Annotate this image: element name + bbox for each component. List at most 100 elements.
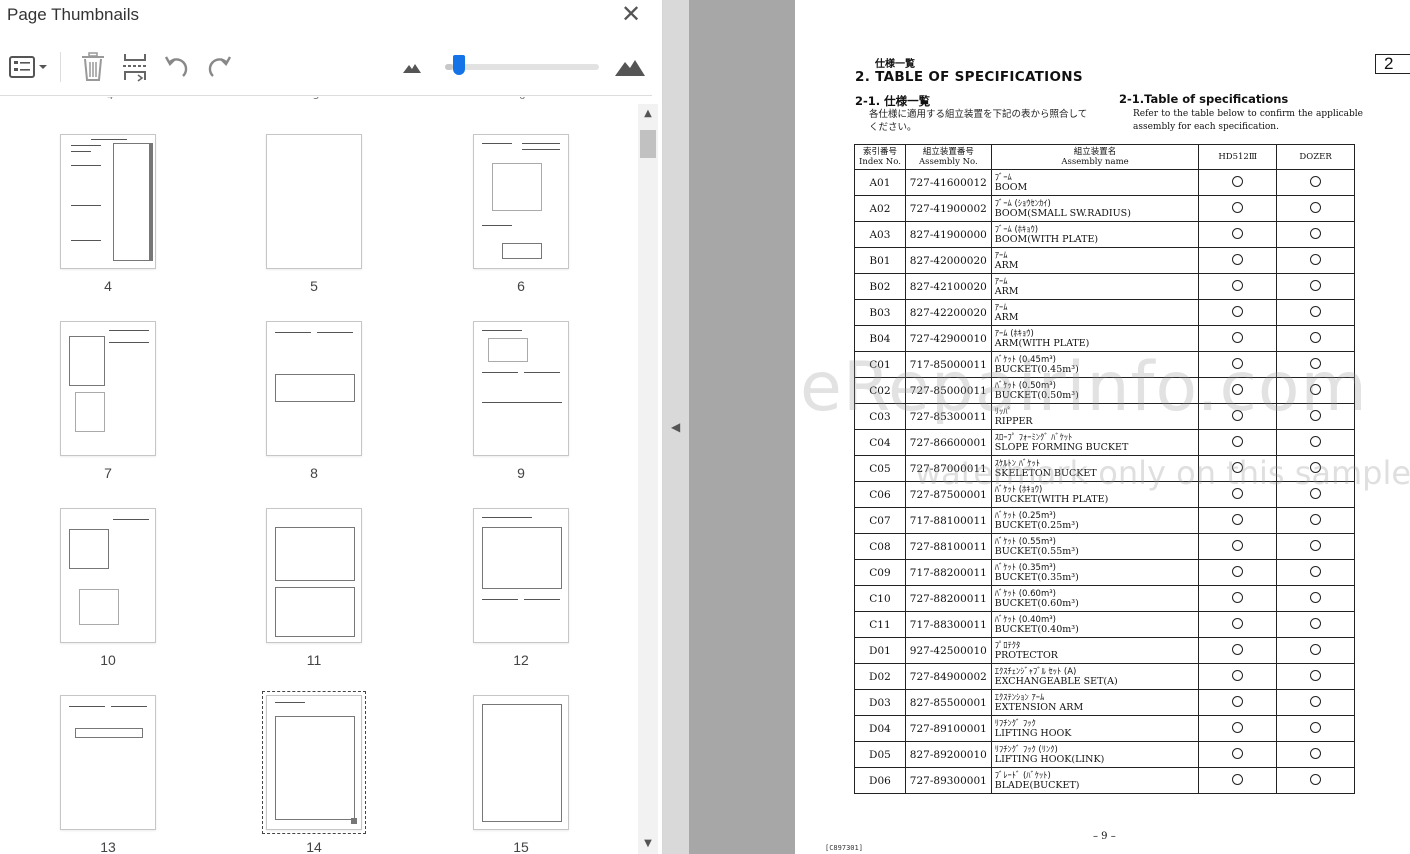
applicable-circle-icon (1310, 435, 1322, 447)
scroll-down-arrow-icon[interactable]: ▼ (638, 834, 658, 854)
cell-hd512-applicable (1198, 247, 1278, 274)
applicable-circle-icon (1232, 591, 1244, 603)
zoom-slider-thumb[interactable] (452, 55, 465, 75)
applicable-circle-icon (1232, 435, 1244, 447)
rotate-clockwise-button[interactable] (202, 50, 236, 84)
cell-dozer-applicable (1276, 507, 1355, 534)
insert-pages-button[interactable] (118, 50, 152, 84)
options-menu-button[interactable] (6, 50, 50, 84)
cell-index: B01 (854, 247, 906, 274)
thumbnail-page-number: 15 (513, 839, 529, 854)
cell-assembly-no: 827-41900000 (904, 221, 992, 248)
cell-hd512-applicable (1198, 507, 1278, 534)
cell-dozer-applicable (1276, 351, 1355, 378)
assembly-name-jp: ｱｰﾑ (994, 250, 1008, 261)
assembly-name-jp: ﾘﾌﾁﾝｸﾞ ﾌｯｸ (ﾘﾝｸ) (994, 744, 1058, 755)
table-row: B02 827-42100020 ｱｰﾑ ARM (854, 273, 1355, 300)
table-row: D06 727-89300001 ﾌﾞﾚｰﾄﾞ (ﾊﾞｹｯﾄ) BLADE(BUCKE… (854, 767, 1355, 794)
thumbnail-toolbar (0, 40, 652, 96)
thumbnail-page-number: 10 (100, 652, 116, 668)
table-header-row: 索引番号 Index No. 組立装置番号 Assembly No. 組立装置名… (854, 144, 1355, 170)
assembly-name-jp: ﾊﾞｹｯﾄ (0.50m³) (994, 380, 1056, 391)
cell-hd512-applicable (1198, 637, 1278, 664)
applicable-circle-icon (1232, 539, 1244, 551)
cell-assembly-name: ｽｹﾙﾄﾝ ﾊﾞｹｯﾄ SKELETON BUCKET (990, 455, 1200, 482)
cell-assembly-name: ﾌﾞﾚｰﾄﾞ (ﾊﾞｹｯﾄ) BLADE(BUCKET) (990, 767, 1200, 794)
thumbnail-image (266, 134, 362, 269)
applicable-circle-icon (1310, 331, 1322, 343)
panel-title: Page Thumbnails (7, 5, 139, 24)
assembly-name-jp: ｱｰﾑ (994, 302, 1008, 313)
zoom-slider-fill (445, 64, 453, 70)
thumbnail-grid: 4 5 6 4 5 (5, 97, 635, 854)
thumbnail-page-number: 8 (310, 465, 318, 481)
cell-assembly-no: 927-42500010 (904, 637, 992, 664)
applicable-circle-icon (1232, 201, 1244, 213)
cell-assembly-no: 827-42200020 (904, 299, 992, 326)
cell-dozer-applicable (1276, 611, 1355, 638)
applicable-circle-icon (1310, 721, 1322, 733)
cell-dozer-applicable (1276, 325, 1355, 352)
assembly-name-en: BUCKET(0.40m³) (994, 623, 1079, 635)
rotate-counterclockwise-button[interactable] (160, 50, 194, 84)
table-row: C09 717-88200011 ﾊﾞｹｯﾄ (0.35m³) BUCKET(0.35… (854, 559, 1355, 586)
chapter-tab: 2 (1375, 54, 1410, 74)
zoom-in-button[interactable] (612, 50, 648, 84)
zoom-out-button[interactable] (398, 50, 426, 84)
assembly-name-jp: ﾌﾞｰﾑ (ｼｮｳｾﾝｶｲ) (994, 198, 1051, 209)
applicable-circle-icon (1310, 695, 1322, 707)
cell-hd512-applicable (1198, 611, 1278, 638)
assembly-name-en: ARM (994, 259, 1019, 271)
applicable-circle-icon (1232, 383, 1244, 395)
cell-hd512-applicable (1198, 663, 1278, 690)
subsection-heading-english: 2-1.Table of specifications (1119, 92, 1289, 106)
zoom-slider[interactable] (445, 55, 599, 75)
applicable-circle-icon (1310, 591, 1322, 603)
table-row: A01 727-41600012 ﾌﾞｰﾑ BOOM (854, 169, 1355, 196)
table-row: D02 727-84900002 ｴｸｽﾁｪﾝｼﾞｬﾌﾞﾙ ｾｯﾄ (A) EXCHA… (854, 663, 1355, 690)
assembly-name-jp: ﾌﾞｰﾑ (994, 172, 1012, 183)
cell-assembly-name: ﾊﾞｹｯﾄ (ﾎｷｮｳ) BUCKET(WITH PLATE) (990, 481, 1200, 508)
assembly-name-en: ARM (994, 311, 1019, 323)
delete-pages-button[interactable] (76, 50, 110, 84)
thumbnail-image (266, 508, 362, 643)
collapse-panel-arrow-icon[interactable]: ◀ (671, 418, 683, 436)
cell-dozer-applicable (1276, 689, 1355, 716)
large-mountain-icon (615, 60, 645, 76)
cell-hd512-applicable (1198, 377, 1278, 404)
assembly-name-jp: ｴｸｽﾃﾝｼｮﾝ ｱｰﾑ (994, 692, 1045, 703)
thumbnail-image-selected (262, 691, 366, 834)
cell-hd512-applicable (1198, 169, 1278, 196)
assembly-name-en: EXCHANGEABLE SET(A) (994, 675, 1118, 687)
thumbnail-image (473, 695, 569, 830)
thumbnail-page-number: 6 (517, 278, 525, 294)
cell-index: C07 (854, 507, 906, 534)
applicable-circle-icon (1310, 539, 1322, 551)
table-row: C11 717-88300011 ﾊﾞｹｯﾄ (0.40m³) BUCKET(0.40… (854, 611, 1355, 638)
table-row: B04 727-42900010 ｱｰﾑ (ﾎｷｮｳ) ARM(WITH PLATE) (854, 325, 1355, 352)
close-panel-button[interactable]: ✕ (618, 2, 644, 28)
cell-hd512-applicable (1198, 273, 1278, 300)
thumbnail-image (60, 508, 156, 643)
scroll-up-arrow-icon[interactable]: ▲ (638, 104, 658, 124)
cell-hd512-applicable (1198, 403, 1278, 430)
assembly-name-jp: ｴｸｽﾁｪﾝｼﾞｬﾌﾞﾙ ｾｯﾄ (A) (994, 666, 1077, 677)
cell-index: C11 (854, 611, 906, 638)
applicable-circle-icon (1232, 487, 1244, 499)
cell-hd512-applicable (1198, 195, 1278, 222)
cell-index: A01 (854, 169, 906, 196)
thumbnail-image (60, 134, 156, 269)
panel-splitter[interactable]: ◀ (663, 0, 689, 854)
header-assembly-jp: 組立装置番号 (922, 147, 974, 157)
scrollbar-thumb[interactable] (640, 130, 656, 158)
document-page: 仕様一覧 2. TABLE OF SPECIFICATIONS 2 2-1. 仕… (795, 0, 1410, 854)
cell-index: C03 (854, 403, 906, 430)
cell-hd512-applicable (1198, 351, 1278, 378)
previous-row-label: 6 (519, 97, 525, 102)
thumbnail-scrollbar[interactable]: ▲ ▼ (638, 104, 658, 854)
assembly-name-en: ARM(WITH PLATE) (994, 337, 1090, 349)
cell-assembly-no: 727-41600012 (904, 169, 992, 196)
cell-assembly-no: 727-42900010 (904, 325, 992, 352)
cell-assembly-no: 727-89300001 (904, 767, 992, 794)
thumbnail-image (473, 508, 569, 643)
